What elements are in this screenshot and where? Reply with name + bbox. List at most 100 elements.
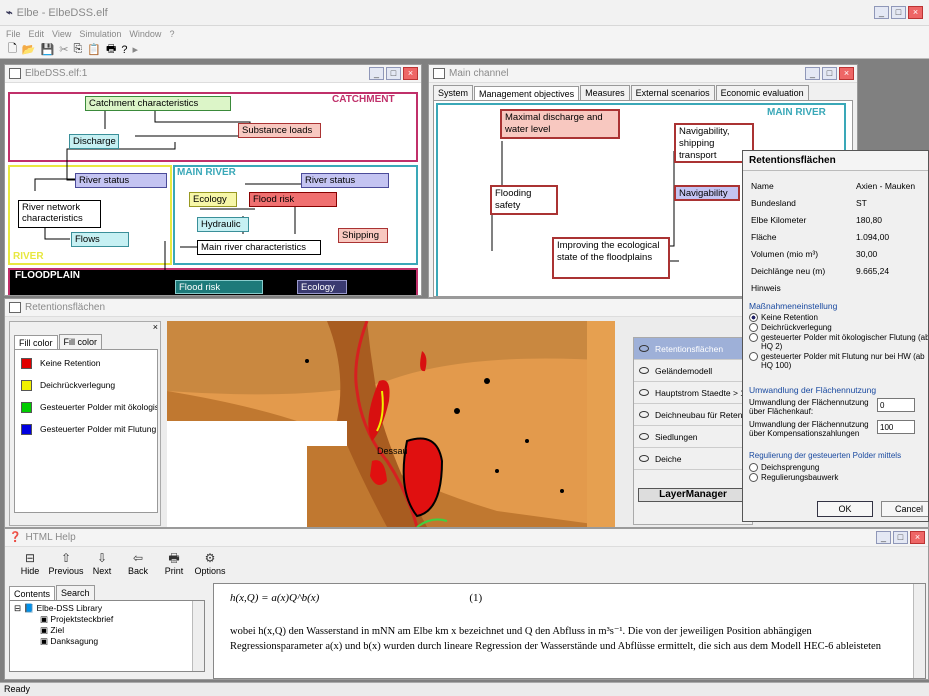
- tab-measures[interactable]: Measures: [580, 85, 630, 100]
- previous-button[interactable]: ⇧ Previous: [49, 551, 84, 576]
- river-status-box[interactable]: River status: [75, 173, 167, 188]
- radio-keine-retention[interactable]: Keine Retention: [749, 313, 928, 322]
- improving-ecology-box[interactable]: Improving the ecological state of the fl…: [552, 237, 670, 279]
- layer-item[interactable]: Deichneubau für Reten: [634, 404, 752, 426]
- river-network-box[interactable]: River network characteristics: [18, 200, 101, 228]
- tree-item[interactable]: ▣ Danksagung: [14, 636, 200, 647]
- radio-icon[interactable]: [749, 333, 758, 342]
- menu-file[interactable]: File: [6, 29, 21, 39]
- close-icon[interactable]: ×: [908, 6, 923, 19]
- options-button[interactable]: ⚙ Options: [193, 551, 227, 576]
- flooding-safety-box[interactable]: Flooding safety: [490, 185, 558, 215]
- menu-simulation[interactable]: Simulation: [79, 29, 121, 39]
- radio-polder-oekologisch[interactable]: gesteuerter Polder mit ökologischer Flut…: [749, 333, 928, 351]
- menu-edit[interactable]: Edit: [29, 29, 45, 39]
- close-icon[interactable]: ×: [403, 67, 418, 80]
- next-button[interactable]: ⇩ Next: [85, 551, 119, 576]
- tree-item[interactable]: ▣ Ziel: [14, 625, 200, 636]
- maximize-icon[interactable]: □: [893, 531, 908, 544]
- tab-system[interactable]: System: [433, 85, 474, 100]
- main-river-status-box[interactable]: River status: [301, 173, 389, 188]
- eye-icon[interactable]: [639, 455, 649, 462]
- ok-button[interactable]: OK: [817, 501, 873, 517]
- layer-manager-button[interactable]: LayerManager: [638, 488, 748, 502]
- tab-fill-color[interactable]: Fill color: [14, 335, 58, 350]
- hydraulic-box[interactable]: Hydraulic: [197, 217, 249, 232]
- radio-deichsprengung[interactable]: Deichsprengung: [749, 463, 928, 472]
- eye-icon[interactable]: [639, 389, 649, 396]
- ecology-box[interactable]: Ecology: [189, 192, 237, 207]
- maximize-icon[interactable]: □: [386, 67, 401, 80]
- layer-item[interactable]: Geländemodell: [634, 360, 752, 382]
- map-view[interactable]: Dessau: [167, 321, 615, 527]
- new-icon[interactable]: 🗋: [8, 40, 17, 59]
- tree-item-library[interactable]: ⊟ 📘 Elbe-DSS Library: [14, 603, 200, 614]
- print-icon: 🖶: [168, 551, 180, 565]
- main-river-characteristics-box[interactable]: Main river characteristics: [197, 240, 321, 255]
- layer-item[interactable]: Hauptstrom Staedte > 1: [634, 382, 752, 404]
- radio-icon[interactable]: [749, 323, 758, 332]
- layer-item[interactable]: Siedlungen: [634, 426, 752, 448]
- tab-economic-evaluation[interactable]: Economic evaluation: [715, 85, 809, 100]
- radio-polder-hw[interactable]: gesteuerter Polder mit Flutung nur bei H…: [749, 352, 928, 370]
- open-icon[interactable]: 📂: [22, 43, 36, 56]
- cut-icon[interactable]: ✂: [59, 43, 68, 56]
- eye-icon[interactable]: [639, 433, 649, 440]
- vertical-scrollbar[interactable]: [913, 584, 925, 678]
- layer-item-retention[interactable]: Retentionsflächen: [634, 338, 752, 360]
- catchment-characteristics-box[interactable]: Catchment characteristics: [85, 96, 231, 111]
- minimize-icon[interactable]: _: [876, 531, 891, 544]
- discharge-box[interactable]: Discharge: [69, 134, 119, 149]
- cancel-button[interactable]: Cancel: [881, 501, 928, 517]
- back-button[interactable]: ⇦ Back: [121, 551, 155, 576]
- radio-icon[interactable]: [749, 352, 758, 361]
- run-icon[interactable]: ▸: [133, 43, 139, 56]
- tab-contents[interactable]: Contents: [9, 586, 56, 601]
- navigability-box[interactable]: Navigability: [674, 185, 740, 201]
- legend-close-icon[interactable]: ×: [153, 322, 158, 332]
- close-icon[interactable]: ×: [839, 67, 854, 80]
- paste-icon[interactable]: 📋: [87, 43, 101, 56]
- radio-icon[interactable]: [749, 463, 758, 472]
- shipping-box[interactable]: Shipping: [338, 228, 388, 243]
- radio-regulierungsbauwerk[interactable]: Regulierungsbauwerk: [749, 473, 928, 482]
- maximal-discharge-box[interactable]: Maximal discharge and water level: [500, 109, 620, 139]
- minimize-icon[interactable]: _: [369, 67, 384, 80]
- radio-icon[interactable]: [749, 473, 758, 482]
- minimize-icon[interactable]: _: [874, 6, 889, 19]
- maximize-icon[interactable]: □: [891, 6, 906, 19]
- save-icon[interactable]: 💾: [41, 43, 55, 56]
- legend-item: Deichrückverlegung: [15, 374, 157, 396]
- fp-ecology-box[interactable]: Ecology: [297, 280, 347, 294]
- menu-help[interactable]: ?: [169, 29, 174, 39]
- menu-window[interactable]: Window: [129, 29, 161, 39]
- tab-management-objectives[interactable]: Management objectives: [474, 86, 580, 101]
- flows-box[interactable]: Flows: [71, 232, 129, 247]
- flood-risk-box[interactable]: Flood risk: [249, 192, 337, 207]
- conv2-input[interactable]: 100: [877, 420, 915, 434]
- help-icon[interactable]: ?: [121, 44, 127, 56]
- print-icon[interactable]: 🖶: [106, 40, 116, 59]
- copy-icon[interactable]: ⎘: [73, 43, 82, 56]
- maximize-icon[interactable]: □: [822, 67, 837, 80]
- layer-item[interactable]: Deiche: [634, 448, 752, 470]
- fp-flood-risk-box[interactable]: Flood risk: [175, 280, 263, 294]
- hide-button[interactable]: ⊟ Hide: [13, 551, 47, 576]
- minimize-icon[interactable]: _: [805, 67, 820, 80]
- radio-selected-icon[interactable]: [749, 313, 758, 322]
- close-icon[interactable]: ×: [910, 531, 925, 544]
- eye-icon[interactable]: [639, 367, 649, 374]
- radio-deichrueckverlegung[interactable]: Deichrückverlegung: [749, 323, 928, 332]
- vertical-scrollbar[interactable]: [192, 601, 204, 671]
- conv1-input[interactable]: 0: [877, 398, 915, 412]
- tab-search[interactable]: Search: [56, 585, 95, 600]
- tree-item[interactable]: ▣ Projektsteckbrief: [14, 614, 200, 625]
- print-button[interactable]: 🖶 Print: [157, 551, 191, 576]
- tab-fill-color-2[interactable]: Fill color: [58, 334, 103, 349]
- tab-external-scenarios[interactable]: External scenarios: [630, 85, 715, 100]
- menu-view[interactable]: View: [52, 29, 71, 39]
- eye-icon[interactable]: [639, 345, 649, 352]
- substance-loads-box[interactable]: Substance loads: [238, 123, 321, 138]
- window-icon: [9, 68, 21, 79]
- eye-icon[interactable]: [639, 411, 649, 418]
